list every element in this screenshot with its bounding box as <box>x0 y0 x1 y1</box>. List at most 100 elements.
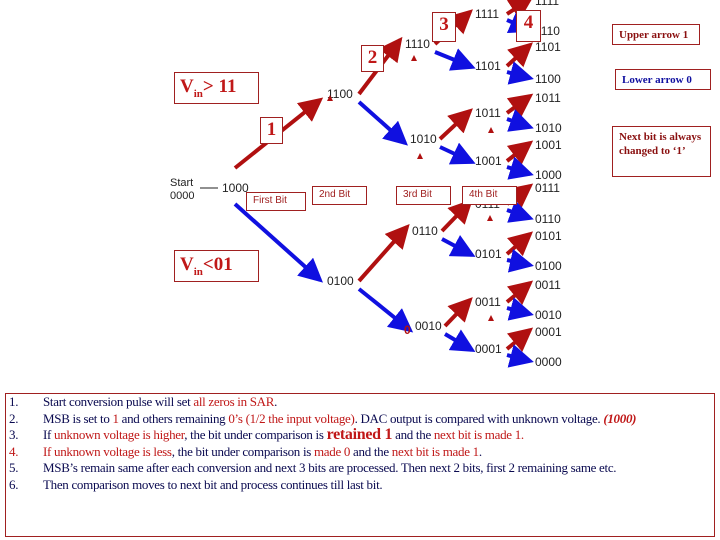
step-text-segment: unknown voltage is higher <box>54 427 185 442</box>
step-text-segment: made 0 <box>313 443 351 459</box>
step-text: If unknown voltage is higher, the bit un… <box>43 426 714 444</box>
second-bit-label: 2nd Bit <box>312 186 367 205</box>
triangle-marker-icon <box>417 153 423 159</box>
leaf-node: 0100 <box>535 259 562 273</box>
upper-arrow <box>505 327 534 352</box>
lower-arrow <box>357 100 408 146</box>
node-level3: 0101 <box>475 247 502 261</box>
leaf-node: 0110 <box>535 212 561 226</box>
zero-prefix: 0 <box>400 228 407 242</box>
step-item: 5. MSB’s remain same after each conversio… <box>6 460 714 477</box>
step-text-segment: . <box>478 443 482 459</box>
leaf-node: 0111 <box>535 181 560 195</box>
step-text-segment: . <box>274 394 278 409</box>
step-box-4: 4 <box>516 10 541 42</box>
upper-arrow <box>505 42 533 68</box>
start-value: 0000 <box>170 190 194 202</box>
node-level2: 1110 <box>405 37 430 51</box>
lower-arrow <box>506 297 534 321</box>
step-text-segment: (1000) <box>603 410 637 426</box>
step-text-segment: all zeros in SAR <box>193 394 275 409</box>
lower-arrow <box>506 200 534 223</box>
triangle-marker-icon <box>488 315 494 321</box>
step-box-2: 2 <box>361 45 384 72</box>
lower-arrow <box>443 329 476 353</box>
step-number: 4. <box>9 443 19 459</box>
leaf-node: 1001 <box>535 138 562 152</box>
step-text-segment: and others remaining <box>118 410 229 426</box>
node-level3: 1111 <box>475 7 499 21</box>
leaf-node: 1010 <box>535 121 562 135</box>
node-level2: 0110 <box>412 224 438 238</box>
step-text-segment: Start conversion pulse will set <box>43 394 194 409</box>
step-number: 5. <box>9 460 19 475</box>
node-level3: 1001 <box>475 154 502 168</box>
upper-arrow-note: Upper arrow 1 <box>612 24 700 45</box>
step-number: 6. <box>9 476 19 492</box>
vin-low-label: Vin<01 <box>174 250 259 282</box>
leaf-node: 1101 <box>535 40 561 54</box>
lower-arrow <box>434 48 476 71</box>
step-box-1: 1 <box>260 117 283 144</box>
lower-arrow-note: Lower arrow 0 <box>615 69 711 90</box>
step-text-segment: and the <box>392 427 434 442</box>
leaf-node: 1111 <box>535 0 559 8</box>
step-text-segment: , the bit under comparison is <box>184 427 327 442</box>
node-level2: 1010 <box>410 132 437 146</box>
leaf-node: 0001 <box>535 325 562 339</box>
step-text-segment: . DAC output is compared with unknown vo… <box>354 410 604 426</box>
step-text: MSB’s remain same after each conversion … <box>43 460 714 477</box>
upper-arrow <box>505 280 534 305</box>
node-level2: 0010 <box>415 319 442 333</box>
step-text: If unknown voltage is less, the bit unde… <box>43 444 714 461</box>
start-label: Start <box>170 177 193 189</box>
step-text-segment: next bit is made 1 <box>391 443 479 459</box>
triangle-marker-icon <box>411 55 417 61</box>
step-box-3: 3 <box>432 12 456 42</box>
leaf-node: 0101 <box>535 229 562 243</box>
step-text: MSB is set to 1 and others remaining 0’s… <box>43 411 714 428</box>
triangle-marker-icon <box>488 127 494 133</box>
lower-arrow <box>506 156 534 180</box>
lower-arrow <box>506 249 534 273</box>
node-level3: 1101 <box>475 59 501 73</box>
node-level3: 0001 <box>475 342 502 356</box>
step-text-segment: If unknown voltage is less <box>43 443 172 459</box>
lower-arrow <box>506 109 534 132</box>
node-root: 1000 <box>222 181 249 195</box>
step-text-segment: MSB’s remain same after each conversion … <box>43 460 617 475</box>
step-item: 1. Start conversion pulse will set all ze… <box>6 394 714 411</box>
lower-arrow <box>506 344 534 368</box>
leaf-node: 0000 <box>535 355 562 369</box>
step-text-segment: retained 1 <box>326 426 393 443</box>
step-number: 3. <box>9 427 19 442</box>
lower-arrow <box>357 287 414 333</box>
node-level1: 0100 <box>327 274 354 288</box>
step-text-segment: , the bit under comparison is <box>171 443 314 459</box>
step-text-segment: and the <box>350 443 392 459</box>
node-level3: 1011 <box>475 106 501 120</box>
vin-high-label: Vin> 11 <box>174 72 259 104</box>
upper-arrow <box>505 231 534 257</box>
step-text-segment: Then comparison moves to next bit and pr… <box>43 476 383 492</box>
leaf-node: 0010 <box>535 308 562 322</box>
step-text-segment: 0’s (1/2 the input voltage) <box>228 410 355 426</box>
step-text-segment: If <box>43 427 55 442</box>
step-item: 2. MSB is set to 1 and others remaining 0… <box>6 411 714 428</box>
leaf-node: 0011 <box>535 278 561 292</box>
zero-prefix: 0 <box>404 323 411 337</box>
step-text: Start conversion pulse will set all zero… <box>43 394 714 411</box>
upper-arrow <box>505 93 534 118</box>
node-level3: 0011 <box>475 295 501 309</box>
steps-list: 1. Start conversion pulse will set all ze… <box>5 393 715 537</box>
step-item: 3. If unknown voltage is higher, the bit … <box>6 426 714 444</box>
first-bit-label: First Bit <box>246 192 306 211</box>
lower-arrow <box>439 142 476 165</box>
lower-arrow <box>506 61 534 85</box>
fourth-bit-label: 4th Bit <box>462 186 517 205</box>
upper-arrow <box>440 199 473 233</box>
lower-arrow <box>441 235 476 257</box>
leaf-node: 1000 <box>535 168 562 182</box>
step-text-segment: MSB is set to <box>43 410 113 426</box>
step-text: Then comparison moves to next bit and pr… <box>43 477 714 494</box>
